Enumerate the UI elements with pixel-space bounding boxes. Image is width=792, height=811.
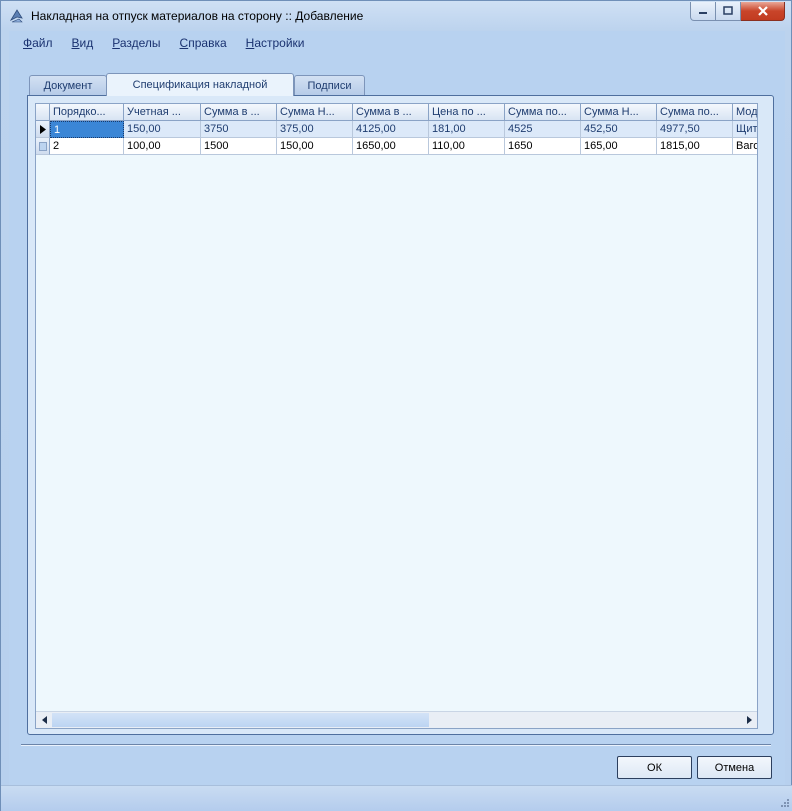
column-header[interactable]: Мод	[733, 104, 757, 121]
dialog-window: Накладная на отпуск материалов на сторон…	[0, 0, 792, 811]
menu-file-label: айл	[32, 36, 53, 50]
table-cell[interactable]: 4125,00	[353, 121, 429, 138]
client-area: Файл Вид Разделы Справка Настройки Докум…	[9, 31, 785, 804]
table-row[interactable]: 1 150,00 3750 375,00 4125,00 181,00 4525…	[36, 121, 757, 138]
scroll-left-button[interactable]	[36, 712, 52, 728]
close-button[interactable]	[741, 2, 785, 21]
maximize-button[interactable]	[716, 2, 741, 21]
app-icon	[9, 9, 23, 23]
current-row-arrow-icon	[39, 124, 46, 134]
menu-view-mnemonic: В	[71, 36, 80, 50]
menu-settings-mnemonic: Н	[245, 36, 255, 50]
menu-settings[interactable]: Настройки	[246, 36, 305, 50]
column-header[interactable]: Сумма в ...	[353, 104, 429, 121]
specification-grid[interactable]: Порядко... Учетная ... Сумма в ... Сумма…	[35, 103, 758, 729]
close-icon	[757, 6, 768, 16]
menu-view-label: ид	[79, 36, 94, 50]
horizontal-scrollbar[interactable]	[36, 711, 757, 728]
table-cell[interactable]: 452,50	[581, 121, 657, 138]
column-header[interactable]: Сумма в ...	[201, 104, 277, 121]
table-row[interactable]: 2 100,00 1500 150,00 1650,00 110,00 1650…	[36, 138, 757, 155]
table-cell[interactable]: Щит	[733, 121, 757, 138]
menu-settings-label: астройки	[254, 36, 305, 50]
menu-help-label: правка	[188, 36, 227, 50]
title-bar[interactable]: Накладная на отпуск материалов на сторон…	[1, 1, 791, 31]
table-cell[interactable]: 1	[50, 121, 124, 138]
minimize-button[interactable]	[690, 2, 716, 21]
table-cell[interactable]: 181,00	[429, 121, 505, 138]
column-header[interactable]: Сумма Н...	[581, 104, 657, 121]
scroll-right-button[interactable]	[741, 712, 757, 728]
cancel-button[interactable]: Отмена	[697, 756, 772, 779]
minimize-icon	[699, 12, 707, 14]
table-cell[interactable]: 1650	[505, 138, 581, 155]
column-header[interactable]: Сумма Н...	[277, 104, 353, 121]
table-cell[interactable]: 150,00	[277, 138, 353, 155]
row-selector[interactable]	[36, 138, 50, 155]
tab-specification[interactable]: Спецификация накладной	[106, 73, 294, 96]
menu-view[interactable]: Вид	[72, 36, 94, 50]
window-title: Накладная на отпуск материалов на сторон…	[31, 9, 364, 23]
table-cell[interactable]: 4977,50	[657, 121, 733, 138]
table-cell[interactable]: 110,00	[429, 138, 505, 155]
column-header[interactable]: Сумма по...	[657, 104, 733, 121]
grid-header: Порядко... Учетная ... Сумма в ... Сумма…	[36, 104, 757, 121]
row-selector-box	[38, 141, 47, 151]
table-cell[interactable]: 1815,00	[657, 138, 733, 155]
menu-sections-label: азделы	[119, 36, 161, 50]
table-cell[interactable]: 1500	[201, 138, 277, 155]
button-separator	[21, 744, 771, 746]
column-header[interactable]: Порядко...	[50, 104, 124, 121]
status-bar	[1, 785, 792, 811]
column-header[interactable]: Сумма по...	[505, 104, 581, 121]
tab-document[interactable]: Документ	[29, 75, 107, 95]
column-header[interactable]: Цена по ...	[429, 104, 505, 121]
maximize-icon	[723, 6, 733, 15]
menu-help[interactable]: Справка	[180, 36, 227, 50]
table-cell[interactable]: 150,00	[124, 121, 201, 138]
tab-signatures[interactable]: Подписи	[294, 75, 365, 95]
table-cell[interactable]: 1650,00	[353, 138, 429, 155]
resize-grip-icon[interactable]	[779, 797, 789, 807]
column-header[interactable]: Учетная ...	[124, 104, 201, 121]
menu-file-mnemonic: Ф	[23, 36, 33, 50]
table-cell[interactable]: 100,00	[124, 138, 201, 155]
scroll-right-icon	[746, 716, 752, 724]
scroll-thumb[interactable]	[52, 713, 429, 727]
scroll-left-icon	[41, 716, 47, 724]
menu-sections[interactable]: Разделы	[112, 36, 160, 50]
menu-file[interactable]: Файл	[23, 36, 53, 50]
header-corner	[36, 104, 50, 121]
ok-button[interactable]: ОК	[617, 756, 692, 779]
table-cell[interactable]: 165,00	[581, 138, 657, 155]
table-cell[interactable]: 375,00	[277, 121, 353, 138]
table-cell[interactable]: 2	[50, 138, 124, 155]
menu-help-mnemonic: С	[179, 36, 189, 50]
menu-bar: Файл Вид Разделы Справка Настройки	[9, 31, 785, 55]
row-selector[interactable]	[36, 121, 50, 138]
tab-panel-specification: Порядко... Учетная ... Сумма в ... Сумма…	[27, 95, 774, 735]
table-cell[interactable]: 4525	[505, 121, 581, 138]
menu-sections-mnemonic: Р	[112, 36, 120, 50]
table-cell[interactable]: 3750	[201, 121, 277, 138]
table-cell[interactable]: Ваго	[733, 138, 757, 155]
